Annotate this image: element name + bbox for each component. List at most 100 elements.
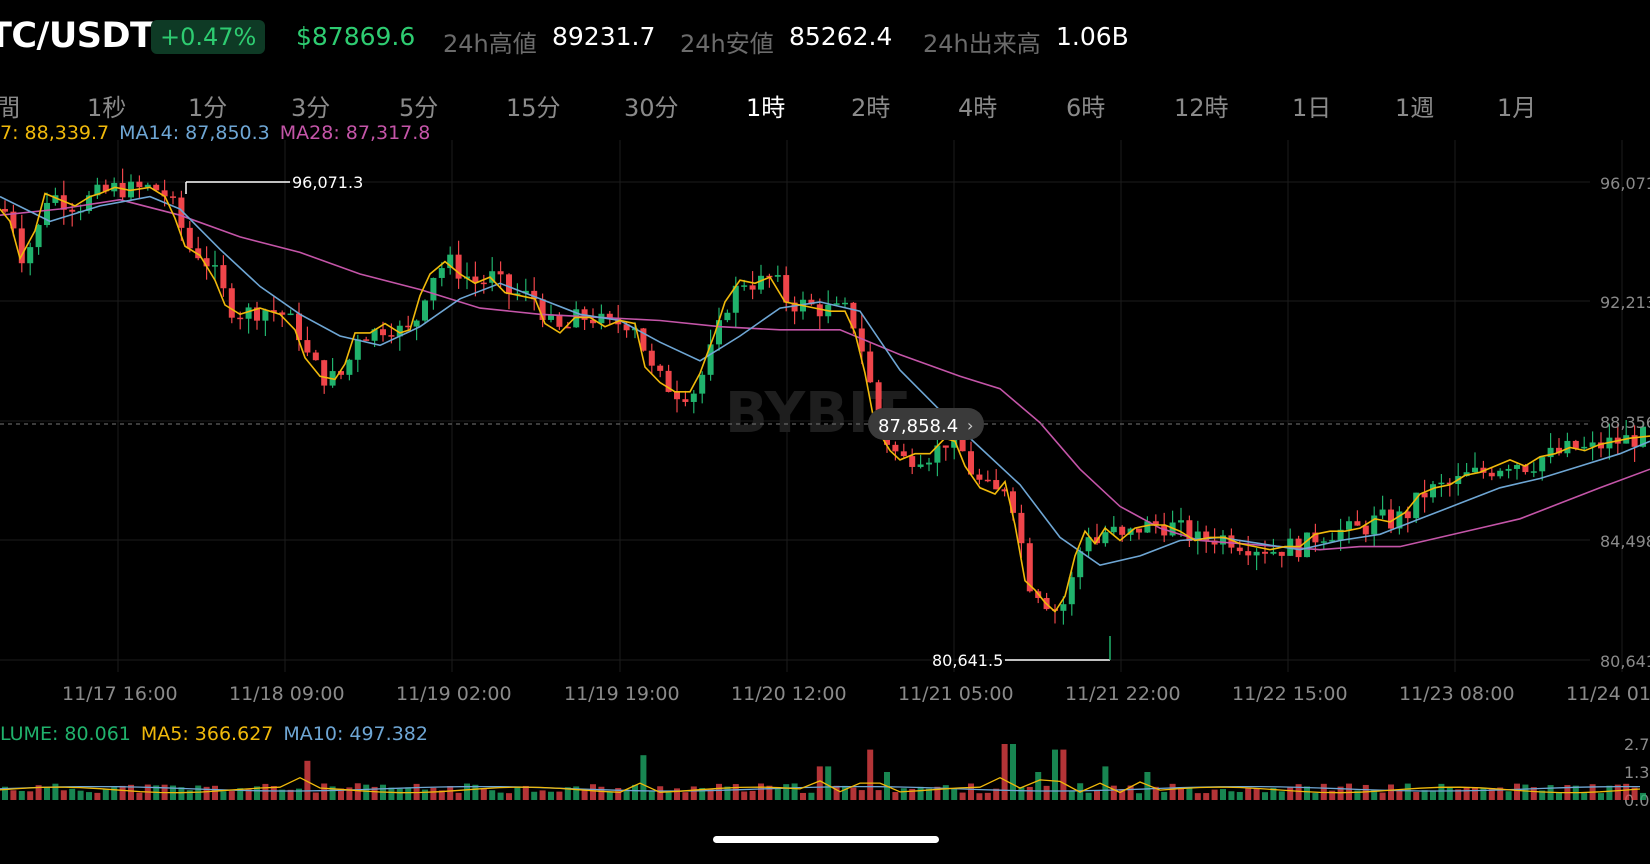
- candle-body-86: [724, 312, 731, 321]
- volume-bar-62: [522, 785, 529, 800]
- vol-ma10-legend: MA10: 497.382: [283, 723, 428, 745]
- tf-3m[interactable]: 3分: [291, 88, 330, 123]
- volume-bar-143: [1203, 793, 1210, 800]
- candle-body-184: [1547, 447, 1554, 458]
- candle-body-102: [858, 328, 865, 352]
- trading-pair[interactable]: TC/USDT: [0, 16, 154, 56]
- candle-body-103: [867, 351, 874, 383]
- volume-bar-53: [447, 786, 454, 800]
- candle-body-186: [1564, 440, 1571, 454]
- volume-bar-99: [833, 785, 840, 800]
- tf-1m[interactable]: 1分: [188, 88, 227, 123]
- candle-body-123: [1035, 591, 1042, 598]
- candle-body-141: [1186, 520, 1193, 542]
- volume-bar-51: [430, 787, 437, 800]
- volume-bar-10: [86, 792, 92, 800]
- candle-body-81: [682, 399, 689, 402]
- candle-body-9: [77, 211, 84, 213]
- ma7-legend: 7: 88,339.7: [0, 122, 110, 144]
- x-tick-label-2: 11/19 02:00: [396, 683, 512, 705]
- volume-bar-64: [539, 790, 546, 800]
- candle-body-135: [1136, 528, 1142, 533]
- tf-5m[interactable]: 5分: [399, 88, 438, 123]
- candle-body-146: [1228, 535, 1235, 548]
- ma7-line: [0, 186, 1650, 613]
- volume-bar-81: [682, 792, 689, 800]
- candle-body-143: [1203, 531, 1210, 541]
- tf-1w[interactable]: 1週: [1395, 88, 1434, 123]
- candle-body-78: [657, 365, 664, 371]
- tf-30m[interactable]: 30分: [624, 88, 679, 123]
- candle-body-33: [279, 312, 286, 315]
- candle-body-127: [1068, 577, 1075, 605]
- volume-bar-191: [1606, 785, 1613, 800]
- candle-body-109: [917, 464, 924, 467]
- tf-15m[interactable]: 15分: [506, 88, 561, 123]
- volume-bar-35: [296, 788, 302, 800]
- candle-body-59: [497, 271, 504, 275]
- volume-bar-123: [1035, 772, 1042, 800]
- candle-body-16: [136, 181, 143, 188]
- candle-body-118: [993, 480, 1000, 490]
- candle-body-15: [128, 181, 134, 198]
- tf-12h[interactable]: 12時: [1174, 88, 1229, 123]
- candle-body-114: [959, 429, 966, 452]
- candle-body-173: [1455, 476, 1462, 485]
- candle-body-95: [800, 299, 806, 312]
- candle-body-27: [228, 288, 235, 318]
- tf-1mo[interactable]: 1月: [1497, 88, 1536, 123]
- volume-bar-24: [203, 786, 210, 800]
- volume-bar-18: [153, 785, 160, 800]
- tf-1s[interactable]: 1秒: [87, 88, 126, 123]
- candle-body-19: [161, 190, 168, 197]
- tf-1d[interactable]: 1日: [1292, 88, 1331, 123]
- volume-bar-115: [968, 783, 974, 800]
- candle-body-181: [1522, 465, 1529, 473]
- candle-body-18: [153, 184, 160, 191]
- candle-body-145: [1220, 535, 1226, 545]
- candle-body-54: [455, 254, 462, 279]
- volume-bar-26: [220, 791, 227, 800]
- volume-bar-114: [959, 792, 966, 800]
- candle-body-115: [968, 451, 974, 475]
- candle-body-45: [380, 329, 386, 336]
- volume-bar-188: [1581, 792, 1588, 800]
- candle-body-89: [749, 285, 756, 290]
- volume-bar-157: [1320, 783, 1327, 800]
- volume-bar-153: [1287, 786, 1294, 800]
- volume-bar-39: [329, 786, 336, 800]
- candle-body-62: [522, 290, 529, 294]
- stat-high-label: 24h高値: [443, 30, 537, 58]
- home-indicator[interactable]: [713, 836, 939, 843]
- candle-body-6: [52, 195, 59, 203]
- candle-body-110: [926, 462, 932, 465]
- candle-body-112: [942, 445, 949, 448]
- volume-bar-100: [842, 785, 848, 800]
- candle-body-80: [674, 391, 680, 400]
- tf-6h[interactable]: 6時: [1066, 88, 1105, 123]
- x-tick-label-0: 11/17 16:00: [62, 683, 178, 705]
- candle-body-31: [262, 310, 269, 321]
- candle-body-32: [270, 310, 277, 313]
- tf-2h[interactable]: 2時: [851, 88, 890, 123]
- tf-1h[interactable]: 1時: [746, 88, 785, 123]
- volume-bar-178: [1497, 787, 1504, 800]
- candle-body-46: [388, 335, 395, 337]
- tf-4h[interactable]: 4時: [958, 88, 997, 123]
- volume-bar-58: [489, 790, 496, 800]
- candle-body-70: [590, 319, 596, 324]
- volume-bar-11: [94, 792, 101, 800]
- candle-body-76: [640, 328, 647, 351]
- candle-body-57: [480, 282, 487, 285]
- candle-body-140: [1178, 520, 1184, 523]
- candle-body-56: [472, 276, 479, 283]
- current-price-tag[interactable]: [868, 408, 984, 440]
- volume-bar-159: [1337, 786, 1344, 800]
- candle-body-64: [539, 299, 546, 320]
- volume-bar-25: [212, 785, 218, 800]
- volume-bar-41: [346, 787, 353, 800]
- volume-bar-15: [128, 784, 134, 800]
- candle-body-10: [86, 195, 92, 212]
- tf-time[interactable]: 間: [0, 88, 20, 123]
- ma14-legend: MA14: 87,850.3: [119, 122, 270, 144]
